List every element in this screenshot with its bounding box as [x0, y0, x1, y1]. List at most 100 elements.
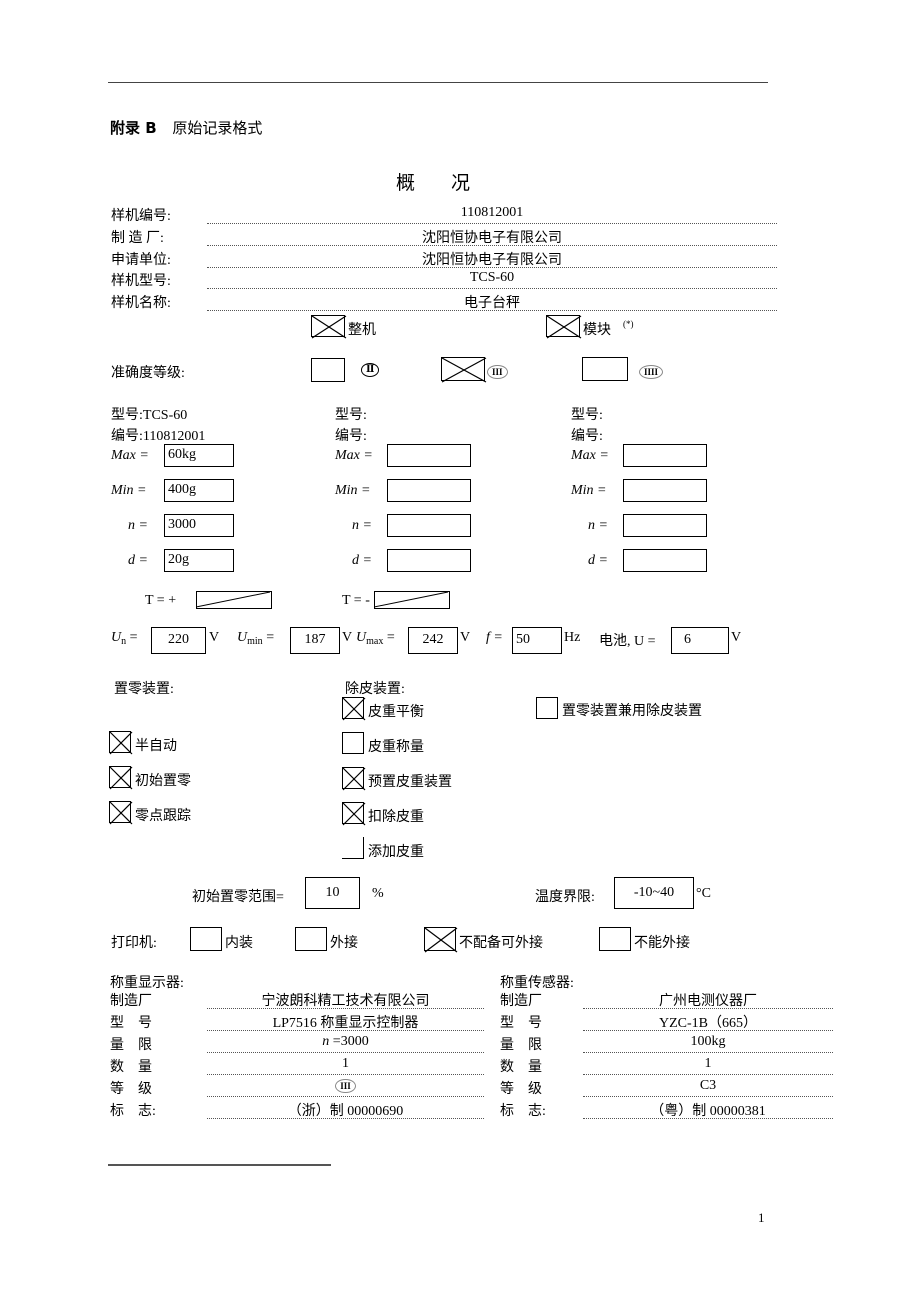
printer-option-label: 内装 [225, 936, 253, 951]
frequency-field[interactable]: 50 [512, 627, 562, 654]
accuracy-ii-symbol: Ⅱ [361, 361, 380, 377]
checkbox-accuracy-ii[interactable] [311, 358, 345, 382]
param-field-n[interactable]: 3000 [164, 514, 234, 537]
load_cell-row-label: 等 级 [500, 1082, 542, 1097]
tare-minus-box[interactable] [374, 591, 450, 609]
param-label-max: Max = [335, 448, 373, 463]
param-field-max[interactable] [387, 444, 471, 467]
checkbox-printer-3[interactable] [599, 927, 631, 951]
indicator-row-label: 标 志: [110, 1104, 156, 1119]
param-field-d[interactable]: 20g [164, 549, 234, 572]
footnote-rule [108, 1164, 331, 1166]
overview-underline [207, 310, 777, 311]
param-label-n: n = [352, 518, 372, 533]
overview-label: 制 造 厂: [111, 231, 164, 246]
combined-zero-tare-label: 置零装置兼用除皮装置 [562, 704, 702, 719]
load_cell-row-value: 100kg [690, 1034, 726, 1049]
param-label-min: Min = [335, 483, 371, 498]
checkbox-tare-2[interactable] [342, 767, 366, 791]
param-field-min[interactable] [623, 479, 707, 502]
overview-value: 沈阳恒协电子有限公司 [422, 231, 562, 246]
module-label: 模块 [583, 323, 611, 338]
un-field[interactable]: 220 [151, 627, 206, 654]
indicator-row-label: 量 限 [110, 1038, 152, 1053]
checkbox-zero-1[interactable] [109, 766, 133, 790]
checkbox-tare-0[interactable] [342, 697, 366, 721]
checkbox-printer-0[interactable] [190, 927, 222, 951]
indicator-row-value: LP7516 称重显示控制器 [272, 1016, 419, 1031]
indicator-row-underline [207, 1008, 484, 1009]
zero-option-label: 半自动 [135, 739, 177, 754]
overview-label: 样机编号: [111, 209, 171, 224]
umin-field[interactable]: 187 [290, 627, 340, 654]
indicator-row-label: 等 级 [110, 1082, 152, 1097]
overview-underline [207, 267, 777, 268]
checkbox-module[interactable] [546, 315, 582, 339]
instrument-model: 型号: [571, 408, 603, 423]
load_cell-row-underline [583, 1074, 833, 1075]
checkbox-tare-4[interactable] [342, 837, 364, 859]
param-label-d: d = [128, 553, 148, 568]
param-label-min: Min = [111, 483, 147, 498]
indicator-row-value: （浙）制 00000690 [287, 1104, 404, 1119]
checkbox-tare-3[interactable] [342, 802, 366, 826]
overview-label: 样机名称: [111, 296, 171, 311]
param-field-max[interactable] [623, 444, 707, 467]
indicator-row-underline [207, 1118, 484, 1119]
umax-field[interactable]: 242 [408, 627, 458, 654]
battery-field[interactable]: 6 [671, 627, 729, 654]
instrument-model: 型号: [335, 408, 367, 423]
initial-zero-range-field[interactable]: 10 [305, 877, 360, 909]
printer-label: 打印机: [111, 936, 157, 951]
indicator-row-label: 型 号 [110, 1016, 152, 1031]
param-field-d[interactable] [623, 549, 707, 572]
zero-option-label: 初始置零 [135, 774, 191, 789]
param-label-d: d = [352, 553, 372, 568]
param-field-max[interactable]: 60kg [164, 444, 234, 467]
checkbox-zero-2[interactable] [109, 801, 133, 825]
param-field-min[interactable]: 400g [164, 479, 234, 502]
section-title: 概况 [396, 172, 507, 194]
tare-option-label: 扣除皮重 [368, 810, 424, 825]
tare-option-label: 皮重平衡 [368, 705, 424, 720]
checkbox-accuracy-iiii[interactable] [582, 357, 628, 381]
initial-zero-range-label: 初始置零范围= [192, 890, 284, 905]
checkbox-printer-1[interactable] [295, 927, 327, 951]
checkbox-zero-0[interactable] [109, 731, 133, 755]
indicator-row-underline [207, 1096, 484, 1097]
checkbox-whole-machine[interactable] [311, 315, 347, 339]
load_cell-row-underline [583, 1096, 833, 1097]
overview-label: 样机型号: [111, 274, 171, 289]
zero-device-label: 置零装置: [114, 682, 174, 697]
param-field-min[interactable] [387, 479, 471, 502]
param-field-d[interactable] [387, 549, 471, 572]
temperature-field[interactable]: -10~40 [614, 877, 694, 909]
indicator-row-label: 数 量 [110, 1060, 152, 1075]
tare-minus-label: T = - [342, 593, 370, 608]
page-number: 1 [758, 1210, 765, 1225]
f-unit: Hz [564, 630, 581, 645]
overview-value: TCS-60 [469, 270, 515, 285]
f-label: f = [486, 630, 503, 645]
whole-machine-label: 整机 [348, 323, 376, 338]
param-field-n[interactable] [623, 514, 707, 537]
checkbox-combined-zero-tare[interactable] [536, 697, 558, 719]
param-field-n[interactable] [387, 514, 471, 537]
param-label-min: Min = [571, 483, 607, 498]
umin-label: Umin = [237, 630, 275, 647]
tare-plus-label: T = + [145, 593, 177, 608]
un-unit: V [209, 630, 220, 645]
indicator-title: 称重显示器: [110, 976, 184, 991]
checkbox-accuracy-iii[interactable] [441, 357, 487, 383]
indicator-row-value: III [207, 1078, 484, 1094]
checkbox-tare-1[interactable] [342, 732, 364, 754]
printer-option-label: 不能外接 [634, 936, 690, 951]
load_cell-row-label: 数 量 [500, 1060, 542, 1075]
printer-option-label: 外接 [330, 936, 358, 951]
load_cell-row-underline [583, 1118, 833, 1119]
tare-plus-box[interactable] [196, 591, 272, 609]
checkbox-printer-2[interactable] [424, 927, 458, 953]
overview-value: 电子台秤 [464, 296, 520, 311]
umax-label: Umax = [356, 630, 395, 647]
umin-unit: V [342, 630, 353, 645]
